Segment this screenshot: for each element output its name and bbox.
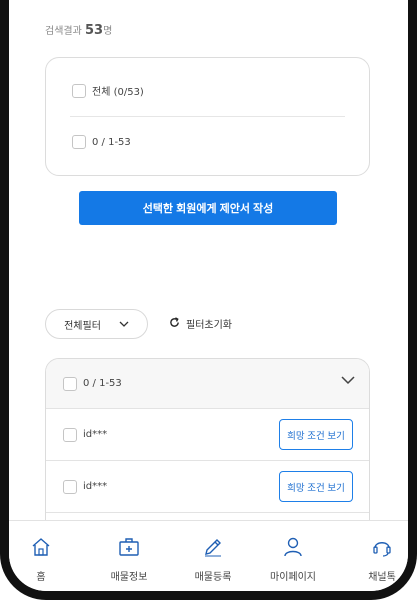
search-result-prefix: 검색결과	[45, 26, 82, 37]
member-id: id***	[83, 429, 108, 440]
member-id: id***	[83, 481, 108, 492]
select-range-checkbox[interactable]	[72, 135, 86, 149]
select-all-row[interactable]: 전체 (0/53)	[72, 83, 144, 98]
search-result-count: 검색결과 53명	[45, 22, 112, 38]
select-all-label: 전체 (0/53)	[92, 87, 144, 98]
headset-icon	[372, 521, 392, 560]
member-checkbox[interactable]	[63, 479, 77, 494]
all-filter-dropdown[interactable]: 전체필터	[45, 309, 148, 339]
home-icon	[31, 521, 51, 560]
pencil-icon	[203, 521, 223, 560]
selection-box: 전체 (0/53) 0 / 1-53	[45, 57, 370, 176]
search-result-suffix: 명	[103, 26, 113, 37]
filter-reset-button[interactable]: 필터초기화	[169, 316, 232, 331]
nav-channel-talk[interactable]: 채널톡	[357, 521, 407, 591]
screen: 검색결과 53명 전체 (0/53) 0 / 1-53 선택한 회원에게 제안서…	[9, 0, 408, 591]
write-proposal-button[interactable]: 선택한 회원에게 제안서 작성	[79, 191, 337, 225]
list-item: id*** 희망 조건 보기	[46, 409, 369, 461]
nav-listing-info-label: 매물정보	[110, 572, 148, 583]
phone-frame: 검색결과 53명 전체 (0/53) 0 / 1-53 선택한 회원에게 제안서…	[0, 0, 417, 600]
bottom-navigation: 홈 매물정보 매물등록 마이페이지 채널톡	[9, 520, 408, 591]
all-filter-label: 전체필터	[64, 320, 101, 332]
nav-listing-register[interactable]: 매물등록	[179, 521, 247, 591]
select-range-label: 0 / 1-53	[92, 136, 131, 148]
nav-home-label: 홈	[36, 572, 46, 583]
list-header-label: 0 / 1-53	[83, 378, 122, 389]
view-conditions-button[interactable]: 희망 조건 보기	[279, 471, 353, 502]
list-header-checkbox[interactable]	[63, 376, 77, 391]
nav-mypage[interactable]: 마이페이지	[261, 521, 325, 591]
briefcase-icon	[118, 521, 140, 560]
refresh-icon	[169, 316, 180, 331]
user-icon	[283, 521, 303, 560]
filter-reset-label: 필터초기화	[186, 320, 232, 331]
view-conditions-button[interactable]: 희망 조건 보기	[279, 419, 353, 450]
select-all-checkbox[interactable]	[72, 83, 86, 98]
nav-channel-talk-label: 채널톡	[368, 572, 396, 583]
list-item: id*** 희망 조건 보기	[46, 461, 369, 513]
nav-home[interactable]: 홈	[25, 521, 57, 591]
chevron-down-icon[interactable]	[341, 376, 355, 388]
list-header[interactable]: 0 / 1-53	[46, 359, 369, 409]
search-result-number: 53	[85, 23, 104, 38]
nav-listing-register-label: 매물등록	[194, 572, 232, 583]
chevron-down-icon	[119, 319, 129, 330]
nav-listing-info[interactable]: 매물정보	[95, 521, 163, 591]
member-checkbox[interactable]	[63, 427, 77, 442]
divider	[70, 116, 345, 117]
select-range-row[interactable]: 0 / 1-53	[72, 135, 131, 149]
nav-mypage-label: 마이페이지	[270, 572, 316, 583]
